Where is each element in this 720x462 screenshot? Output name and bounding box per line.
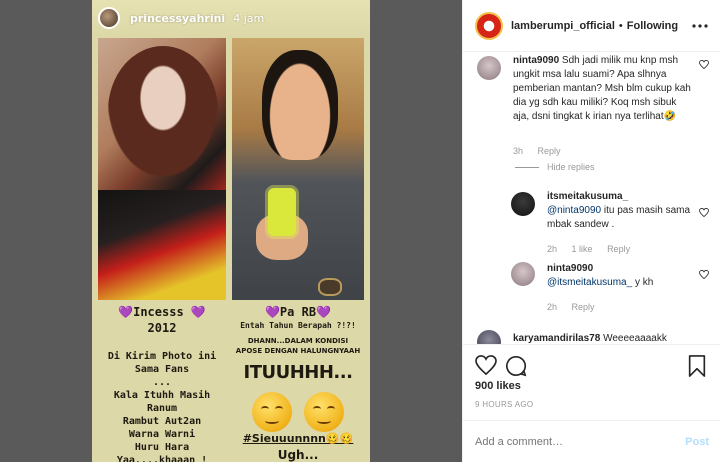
comment-username[interactable]: ninta9090 xyxy=(547,263,593,274)
comment-mention[interactable]: @itsmeitakusuma_ xyxy=(547,277,632,288)
story-header: princessyahrini 4 jam xyxy=(92,0,370,36)
comment-text: Weeeeaaaakk xyxy=(603,333,667,344)
like-comment-heart-icon[interactable] xyxy=(699,59,709,72)
post-time: 9 HOURS AGO xyxy=(475,400,534,409)
comment-text: y kh xyxy=(632,277,654,288)
hide-replies-label: Hide replies xyxy=(547,162,595,172)
commenter-avatar[interactable] xyxy=(511,192,535,216)
commenter-avatar[interactable] xyxy=(511,262,535,286)
comment-meta: 2h 1 like Reply xyxy=(547,244,642,254)
comment-reply-button[interactable]: Reply xyxy=(538,146,561,156)
post-comment-button[interactable]: Post xyxy=(685,436,709,448)
story-avatar xyxy=(98,7,120,29)
comment-mention[interactable]: @ninta9090 xyxy=(547,205,601,216)
comment-item: ninta9090 Sdh jadi milik mu knp msh ungk… xyxy=(513,54,693,124)
story-left-title: 💜Incesss 💜 xyxy=(118,305,206,319)
photo-woman-face xyxy=(108,46,218,176)
comment-reply-button[interactable]: Reply xyxy=(572,302,595,312)
comment-username[interactable]: ninta9090 xyxy=(513,55,559,66)
woozy-emoji-row xyxy=(252,392,344,432)
woozy-face-icon xyxy=(304,392,344,432)
photo-woman xyxy=(98,38,226,300)
photo-man xyxy=(232,38,364,300)
post-media-area: princessyahrini 4 jam 💜Incesss 💜 2012 Di… xyxy=(0,0,462,462)
header-separator: • xyxy=(618,19,623,32)
commenter-avatar[interactable] xyxy=(477,330,501,344)
comment-like-count[interactable]: 1 like xyxy=(572,244,593,254)
comment-time: 3h xyxy=(513,146,524,156)
account-username[interactable]: lamberumpi_official xyxy=(511,20,615,32)
story-right-caption: DHANN...DALAM KONDISI APOSE DENGAN HALUN… xyxy=(235,337,361,355)
photo-woman-dress xyxy=(98,190,226,300)
story-hashtag: #Sieuuunnnn🥴🥴 xyxy=(242,432,354,445)
story-left-year: 2012 xyxy=(147,321,177,335)
story-right-title: 💜Pa RB💜 xyxy=(264,305,331,319)
like-heart-icon[interactable] xyxy=(475,355,497,377)
comment-meta: 2h Reply xyxy=(547,302,607,312)
add-comment-bar: Post xyxy=(463,420,720,462)
comment-reply-button[interactable]: Reply xyxy=(607,244,630,254)
photo-man-watch xyxy=(318,278,342,296)
story-ugh: Ugh... xyxy=(277,448,319,462)
story-right-subtitle: Entah Tahun Berapah ?!?! xyxy=(240,321,356,330)
post-header: lamberumpi_official • Following xyxy=(463,0,720,52)
following-button[interactable]: Following xyxy=(627,20,678,32)
comment-time: 2h xyxy=(547,244,558,254)
comment-item: karyamandirilas78 Weeeeaaaakk xyxy=(513,332,703,344)
woozy-face-icon xyxy=(252,392,292,432)
comment-meta: 3h Reply xyxy=(513,146,573,156)
hide-replies-button[interactable]: Hide replies xyxy=(515,162,595,172)
story-right-exclaim: ITUUHHH... xyxy=(243,362,353,383)
story-username: princessyahrini xyxy=(130,11,226,25)
more-dots-icon[interactable] xyxy=(691,16,709,32)
comment-bubble-icon[interactable] xyxy=(505,355,527,377)
comment-username[interactable]: karyamandirilas78 xyxy=(513,333,600,344)
like-comment-heart-icon[interactable] xyxy=(699,269,709,282)
story-image: princessyahrini 4 jam 💜Incesss 💜 2012 Di… xyxy=(92,0,370,462)
reply-item: ninta9090 @itsmeitakusuma_ y kh xyxy=(547,262,697,290)
account-avatar[interactable] xyxy=(475,11,503,40)
post-side-panel: lamberumpi_official • Following ninta909… xyxy=(462,0,720,462)
reply-item: itsmeitakusuma_ @ninta9090 itu pas masih… xyxy=(547,190,697,232)
like-comment-heart-icon[interactable] xyxy=(699,207,709,220)
like-count[interactable]: 900 likes xyxy=(475,380,521,392)
photo-man-cup xyxy=(268,188,296,236)
comments-list[interactable]: ninta9090 Sdh jadi milik mu knp msh ungk… xyxy=(463,52,720,344)
add-comment-input[interactable] xyxy=(475,435,686,448)
comment-time: 2h xyxy=(547,302,558,312)
photo-man-face xyxy=(262,50,338,160)
story-time: 4 jam xyxy=(233,11,265,25)
bookmark-icon[interactable] xyxy=(687,355,709,377)
story-left-body: Di Kirim Photo ini Sama Fans ... Kala It… xyxy=(107,351,217,462)
commenter-avatar[interactable] xyxy=(477,56,501,80)
comment-username[interactable]: itsmeitakusuma_ xyxy=(547,191,628,202)
